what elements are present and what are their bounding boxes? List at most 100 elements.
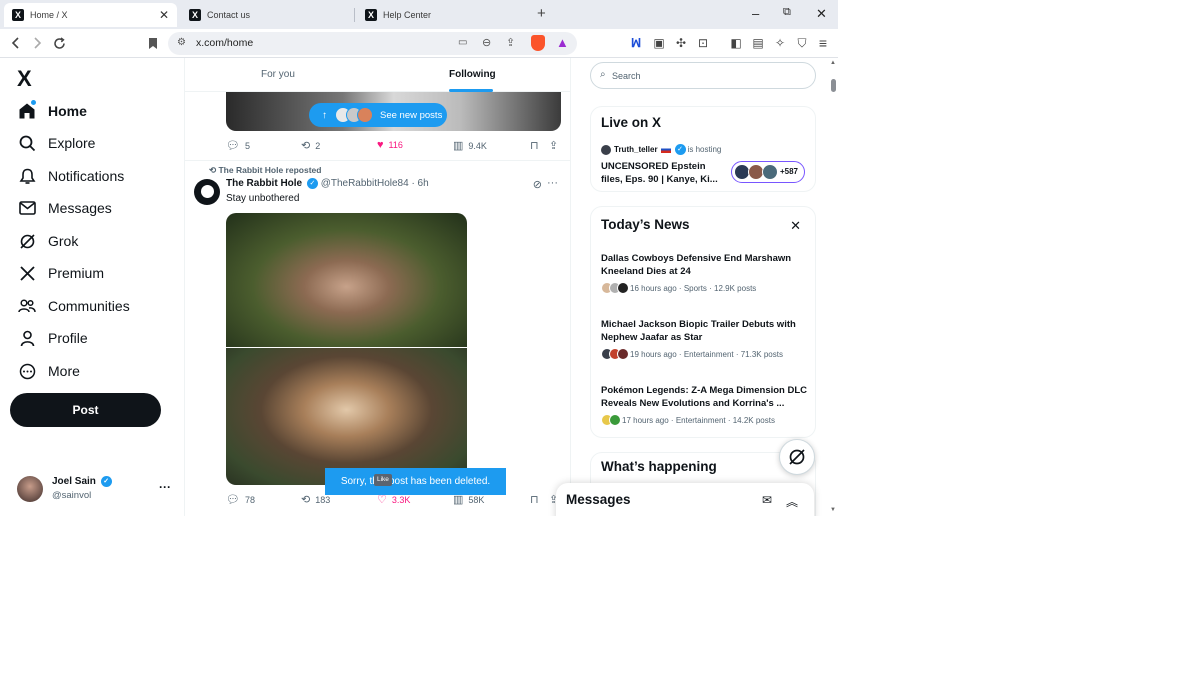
news-avatars bbox=[601, 414, 621, 426]
post-button[interactable]: Post bbox=[10, 393, 161, 427]
nav-grok[interactable]: Grok bbox=[17, 227, 78, 255]
avatar bbox=[617, 348, 629, 360]
post-text: Stay unbothered bbox=[226, 193, 300, 204]
minimize-button[interactable]: – bbox=[752, 6, 759, 21]
nav-label: Notifications bbox=[48, 168, 125, 184]
right-sidebar: ⌕ Search Live on X Truth_teller ✓ is hos… bbox=[571, 58, 829, 516]
verified-badge-icon: ✓ bbox=[306, 178, 318, 189]
notification-dot bbox=[31, 100, 36, 105]
extensions-puzzle-icon[interactable]: ✣ bbox=[673, 35, 689, 51]
post-media[interactable] bbox=[226, 213, 467, 485]
close-window-button[interactable]: ✕ bbox=[816, 6, 827, 22]
post-more-icon[interactable]: ··· bbox=[547, 177, 558, 189]
tab-help-center[interactable]: X Help Center bbox=[357, 3, 527, 27]
grok-floating-button[interactable] bbox=[779, 439, 815, 475]
share-button[interactable]: ⇪ bbox=[549, 139, 563, 152]
tab-contact-us[interactable]: X Contact us bbox=[181, 3, 351, 27]
page-scrollbar[interactable]: ▲ ▼ bbox=[829, 58, 838, 516]
new-tab-button[interactable]: + bbox=[537, 5, 546, 22]
news-item[interactable]: Pokémon Legends: Z-A Mega Dimension DLC … bbox=[601, 384, 811, 426]
like-button[interactable]: ♥ 116 bbox=[377, 139, 403, 151]
expand-up-icon[interactable]: ︽ bbox=[786, 493, 798, 510]
x-favicon-icon: X bbox=[365, 9, 377, 21]
news-item[interactable]: Michael Jackson Biopic Trailer Debuts wi… bbox=[601, 318, 811, 360]
feed-tabs: For you Following bbox=[185, 58, 570, 92]
scroll-down-icon[interactable]: ▼ bbox=[830, 507, 836, 513]
grok-icon[interactable]: ⊘ bbox=[533, 178, 542, 191]
forward-button[interactable] bbox=[29, 35, 45, 51]
nav-notifications[interactable]: Notifications bbox=[17, 162, 124, 190]
reply-button[interactable]: 💬︎ 78 bbox=[226, 493, 255, 506]
nav-home[interactable]: Home bbox=[17, 97, 87, 125]
search-input[interactable]: ⌕ Search bbox=[590, 62, 816, 89]
reply-button[interactable]: 💬︎ 5 bbox=[226, 139, 250, 152]
like-count: 116 bbox=[388, 140, 403, 150]
tab-following[interactable]: Following bbox=[449, 69, 496, 80]
avatar[interactable] bbox=[194, 179, 220, 205]
restore-button[interactable]: ⧉ bbox=[783, 6, 791, 19]
site-settings-icon[interactable]: ⚙ bbox=[177, 37, 186, 48]
leo-ai-icon[interactable]: ✧ bbox=[772, 35, 788, 51]
menu-icon[interactable]: ≡ bbox=[815, 35, 831, 51]
close-tab-icon[interactable]: ✕ bbox=[159, 8, 169, 22]
bookmark-button[interactable]: ⊓ bbox=[530, 139, 544, 152]
new-message-icon[interactable]: ✉ bbox=[762, 493, 772, 507]
extension-box-icon[interactable]: ⊡ bbox=[695, 35, 711, 51]
news-item[interactable]: Dallas Cowboys Defensive End Marshawn Kn… bbox=[601, 252, 811, 294]
nav-explore[interactable]: Explore bbox=[17, 129, 95, 157]
extension-m-icon[interactable]: ꟽ bbox=[628, 35, 644, 51]
see-new-posts-label: See new posts bbox=[380, 109, 443, 121]
cast-icon[interactable]: ▭ bbox=[458, 37, 467, 48]
back-button[interactable] bbox=[8, 35, 24, 51]
avatar bbox=[17, 476, 43, 502]
nav-label: Premium bbox=[48, 265, 105, 281]
repost-count: 2 bbox=[315, 140, 321, 151]
reload-button[interactable] bbox=[51, 35, 67, 51]
bookmark-button[interactable]: ⊓ bbox=[530, 493, 544, 506]
nav-premium[interactable]: Premium bbox=[17, 259, 104, 287]
space-host[interactable]: Truth_teller ✓ is hosting bbox=[601, 144, 721, 155]
wallet-icon[interactable]: ▤ bbox=[750, 35, 766, 51]
author-handle[interactable]: @TheRabbitHole84 · 6h bbox=[321, 178, 429, 189]
messages-drawer[interactable]: Messages ✉ ︽ bbox=[556, 483, 814, 516]
close-icon[interactable]: ✕ bbox=[790, 218, 801, 234]
views-button[interactable]: ▥ 9.4K bbox=[453, 139, 487, 152]
address-bar[interactable]: ⚙ x.com/home ▭ ⊖ ⇪ ▲ bbox=[168, 32, 577, 55]
media-image-bottom[interactable] bbox=[226, 348, 467, 485]
space-listeners[interactable]: +587 bbox=[731, 161, 805, 183]
account-more-icon[interactable]: ··· bbox=[159, 480, 171, 494]
search-icon bbox=[17, 133, 37, 153]
scroll-up-icon[interactable]: ▲ bbox=[830, 60, 836, 66]
x-logo-icon[interactable]: X bbox=[17, 66, 32, 92]
brave-shields-icon[interactable] bbox=[531, 35, 545, 51]
account-name-row: Joel Sain ✓ bbox=[52, 476, 112, 487]
see-new-posts-button[interactable]: ↑ See new posts bbox=[309, 103, 447, 127]
nav-communities[interactable]: Communities bbox=[17, 292, 130, 320]
todays-news-card: Today’s News ✕ Dallas Cowboys Defensive … bbox=[590, 206, 816, 438]
vpn-icon[interactable]: ⛉ bbox=[794, 35, 810, 51]
sidebar-toggle-icon[interactable]: ◧ bbox=[728, 35, 744, 51]
media-image-top[interactable] bbox=[226, 213, 467, 347]
extension-shield-icon[interactable]: ▣ bbox=[651, 35, 667, 51]
tab-for-you[interactable]: For you bbox=[261, 69, 295, 80]
card-title: Today’s News bbox=[601, 217, 690, 232]
post-divider bbox=[185, 160, 570, 161]
account-switcher[interactable]: Joel Sain ✓ @sainvol ··· bbox=[17, 473, 177, 503]
heart-icon: ♥ bbox=[377, 139, 384, 151]
live-on-x-card: Live on X Truth_teller ✓ is hosting UNCE… bbox=[590, 106, 816, 192]
author-name[interactable]: The Rabbit Hole bbox=[226, 178, 302, 189]
bookmark-icon[interactable] bbox=[145, 35, 161, 51]
nav-messages[interactable]: Messages bbox=[17, 194, 112, 222]
new-posts-avatars bbox=[335, 107, 373, 123]
repost-button[interactable]: ⟲ 2 bbox=[301, 139, 320, 152]
zoom-icon[interactable]: ⊖ bbox=[482, 36, 491, 49]
browser-toolbar: ⚙ x.com/home ▭ ⊖ ⇪ ▲ ꟽ ▣ ✣ ⊡ ◧ ▤ ✧ ⛉ ≡ bbox=[0, 29, 838, 58]
space-title[interactable]: UNCENSORED Epstein files, Eps. 90 | Kany… bbox=[601, 161, 729, 186]
nav-more[interactable]: More bbox=[17, 357, 80, 385]
brave-rewards-icon[interactable]: ▲ bbox=[556, 35, 569, 50]
tab-home[interactable]: X Home / X ✕ bbox=[4, 3, 177, 27]
share-icon[interactable]: ⇪ bbox=[506, 36, 515, 49]
news-title: Dallas Cowboys Defensive End Marshawn Kn… bbox=[601, 253, 792, 277]
scroll-thumb[interactable] bbox=[831, 79, 836, 92]
nav-profile[interactable]: Profile bbox=[17, 324, 88, 352]
